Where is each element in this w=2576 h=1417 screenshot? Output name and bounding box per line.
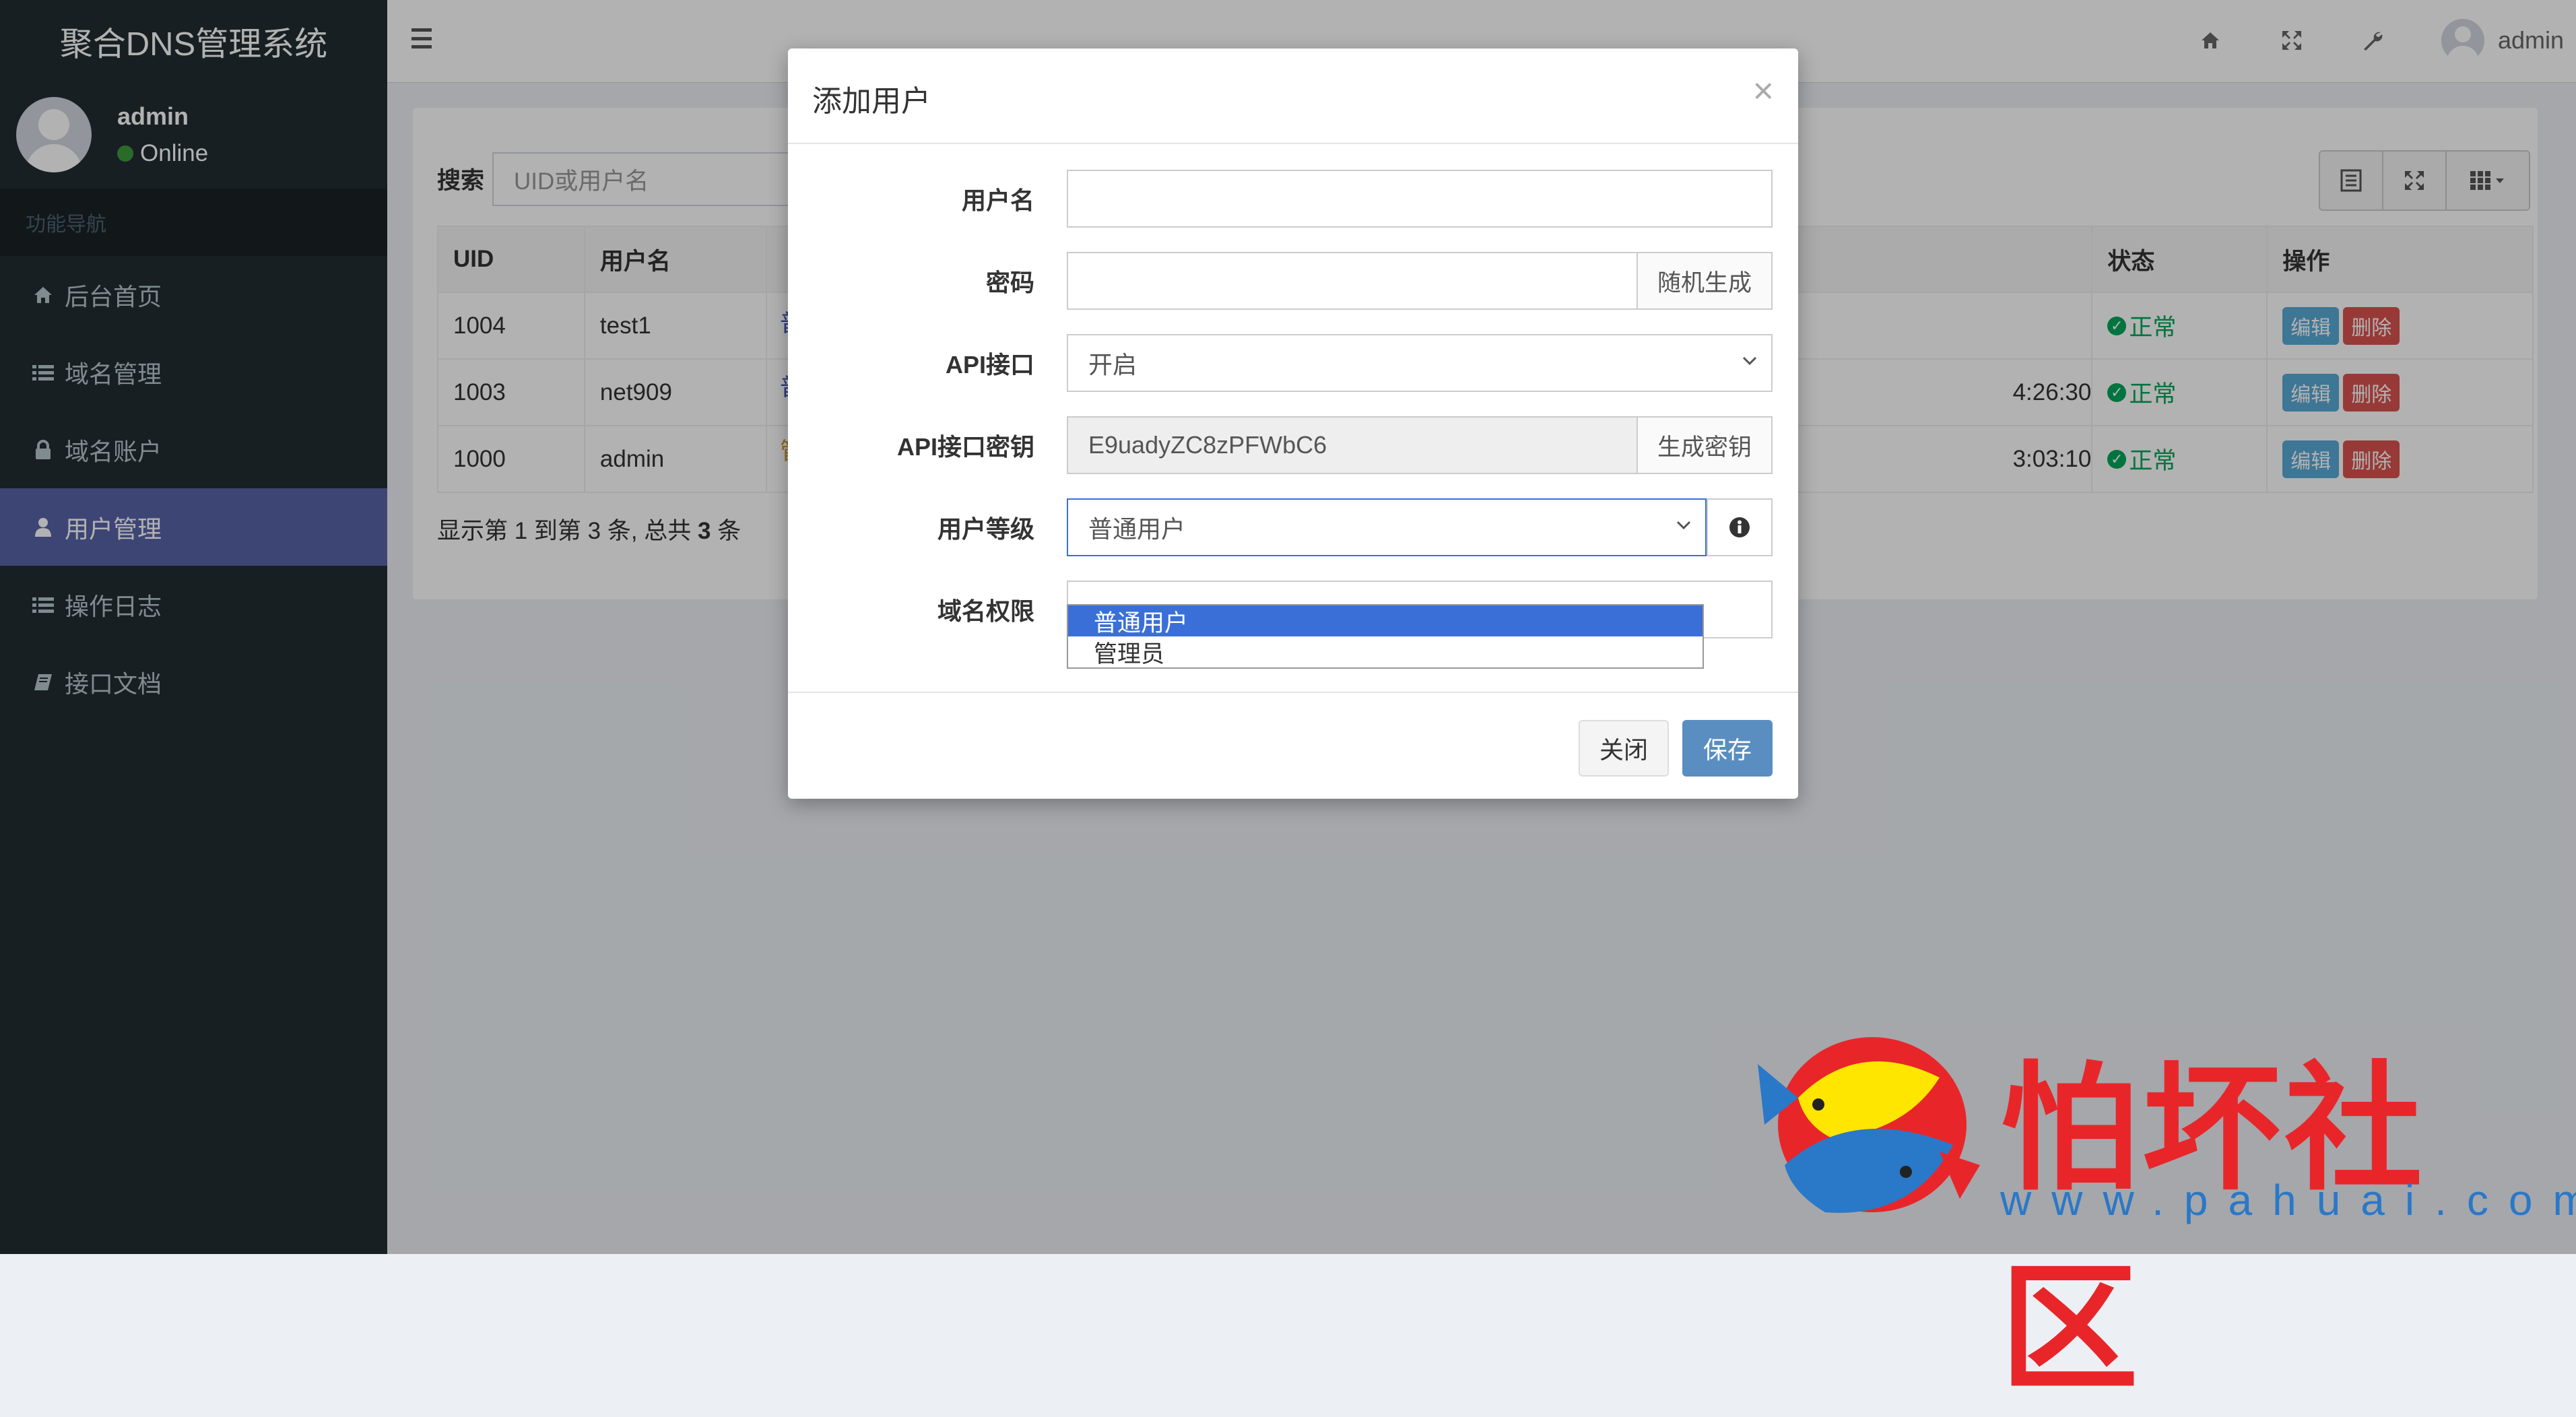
watermark-fish-logo-icon <box>1758 1037 1980 1213</box>
password-label: 密码 <box>985 269 1034 296</box>
password-field[interactable] <box>1067 252 1638 310</box>
form-row-level: 用户等级 普通用户 <box>788 498 1798 556</box>
api-key-field[interactable]: E9uadyZC8zPFWbC6 <box>1067 416 1638 474</box>
chevron-down-icon <box>1742 356 1757 366</box>
modal-title: 添加用户 <box>812 85 931 118</box>
generate-key-button[interactable]: 生成密钥 <box>1637 416 1773 474</box>
level-option[interactable]: 管理员 <box>1068 636 1703 667</box>
modal-footer: 关闭 保存 <box>788 692 1798 800</box>
level-info-button[interactable] <box>1707 498 1773 556</box>
level-dropdown-list: 普通用户 管理员 <box>1067 604 1704 669</box>
chevron-down-icon <box>1676 521 1691 530</box>
form-row-password: 密码 随机生成 <box>788 252 1798 310</box>
username-field[interactable] <box>1067 170 1773 228</box>
close-button[interactable]: 关闭 <box>1579 720 1669 777</box>
api-select[interactable]: 开启 <box>1067 334 1773 392</box>
close-icon[interactable]: × <box>1752 70 1774 112</box>
level-label: 用户等级 <box>937 515 1034 543</box>
watermark: 怕坏社区 www.pahuai.com <box>1738 1017 2576 1410</box>
form-row-username: 用户名 <box>788 170 1798 228</box>
watermark-url: www.pahuai.com <box>2000 1176 2576 1224</box>
level-select-value: 普通用户 <box>1088 515 1186 543</box>
level-select[interactable]: 普通用户 <box>1067 498 1707 556</box>
random-generate-button[interactable]: 随机生成 <box>1637 252 1773 310</box>
level-option[interactable]: 普通用户 <box>1068 605 1703 636</box>
form-row-api-key: API接口密钥 E9uadyZC8zPFWbC6 生成密钥 <box>788 416 1798 474</box>
modal-header: 添加用户 × <box>788 48 1798 144</box>
api-key-label: API接口密钥 <box>896 433 1034 461</box>
save-button[interactable]: 保存 <box>1682 720 1773 777</box>
add-user-modal: 添加用户 × 用户名 密码 随机生成 API接口 开启 API接口密钥 E9ua… <box>788 48 1798 799</box>
api-label: API接口 <box>945 351 1034 378</box>
username-label: 用户名 <box>961 187 1034 214</box>
api-select-value: 开启 <box>1088 351 1137 378</box>
domain-perm-label: 域名权限 <box>937 597 1034 625</box>
info-icon <box>1729 517 1750 537</box>
form-row-api: API接口 开启 <box>788 334 1798 392</box>
